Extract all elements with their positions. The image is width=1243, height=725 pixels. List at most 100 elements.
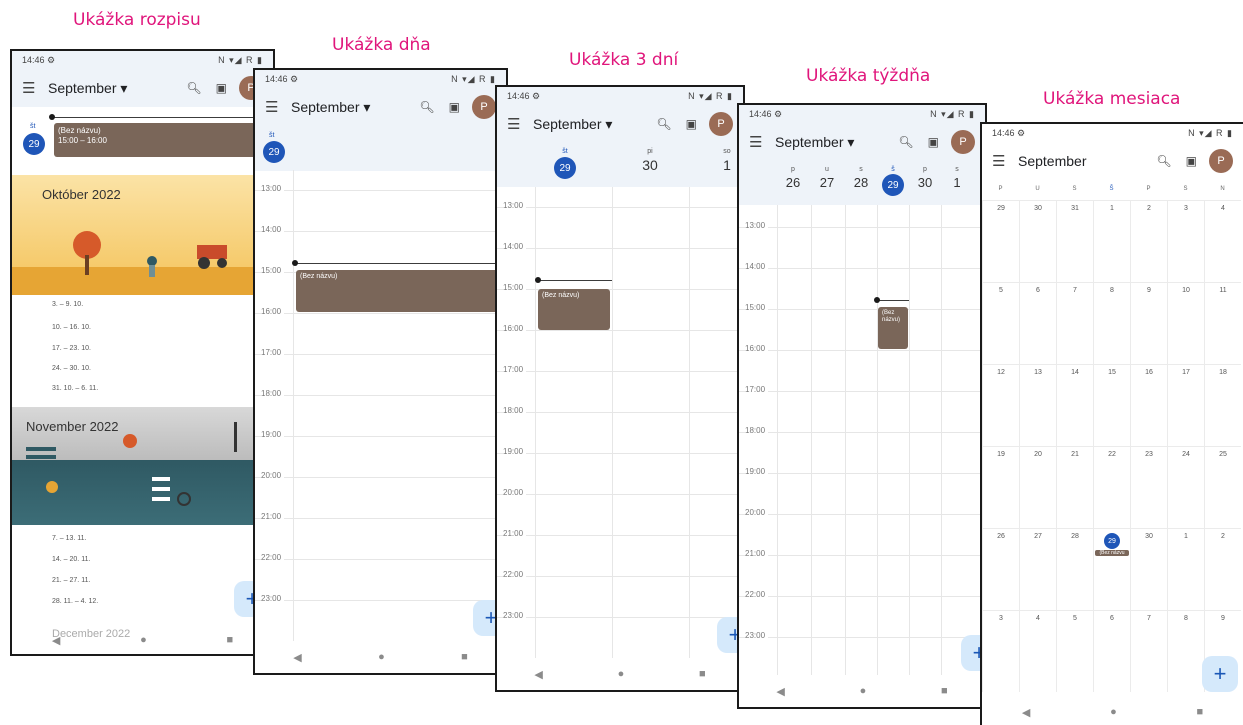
month-day-cell[interactable]: 4 [1019, 610, 1056, 692]
menu-icon[interactable]: ☰ [749, 133, 775, 151]
month-day-cell[interactable]: 5 [982, 282, 1019, 364]
home-icon[interactable]: ● [378, 651, 385, 663]
month-day-cell[interactable]: 1 [1093, 200, 1130, 282]
search-icon[interactable]: 🔍︎ [186, 81, 201, 95]
menu-icon[interactable]: ☰ [992, 152, 1018, 170]
week-range[interactable]: 3. – 9. 10. [52, 301, 83, 308]
day-column-header[interactable]: p 30 [909, 166, 941, 190]
avatar[interactable]: P [951, 130, 975, 154]
today-icon[interactable]: ▣ [449, 100, 460, 114]
avatar[interactable]: P [472, 95, 496, 119]
month-day-cell[interactable]: 17 [1167, 364, 1204, 446]
month-day-cell[interactable]: 6 [1019, 282, 1056, 364]
back-icon[interactable]: ◀ [534, 668, 542, 681]
back-icon[interactable]: ◀ [293, 651, 301, 664]
recents-icon[interactable]: ■ [226, 634, 233, 646]
day-column-header[interactable]: p 26 [777, 166, 809, 190]
month-day-cell[interactable]: 10 [1167, 282, 1204, 364]
week-range[interactable]: 21. – 27. 11. [52, 577, 90, 584]
month-day-cell[interactable]: 31 [1056, 200, 1093, 282]
recents-icon[interactable]: ■ [941, 685, 948, 697]
menu-icon[interactable]: ☰ [22, 79, 48, 97]
back-icon[interactable]: ◀ [52, 634, 60, 647]
month-day-cell[interactable]: 19 [982, 446, 1019, 528]
create-event-button[interactable]: + [1202, 656, 1238, 692]
recents-icon[interactable]: ■ [461, 651, 468, 663]
today-date-badge[interactable]: 29 [263, 141, 285, 163]
today-icon[interactable]: ▣ [928, 135, 939, 149]
week-range[interactable]: 17. – 23. 10. [52, 345, 91, 352]
month-day-cell[interactable]: 15 [1093, 364, 1130, 446]
week-range[interactable]: 7. – 13. 11. [52, 535, 87, 542]
month-day-cell[interactable]: 24 [1167, 446, 1204, 528]
month-day-cell[interactable]: 6 [1093, 610, 1130, 692]
month-day-cell[interactable]: 1 [1167, 528, 1204, 610]
month-selector[interactable]: September ▾ [48, 80, 172, 97]
month-day-cell[interactable]: 27 [1019, 528, 1056, 610]
month-day-cell[interactable]: 26 [982, 528, 1019, 610]
recents-icon[interactable]: ■ [699, 668, 706, 680]
month-day-cell[interactable]: 8 [1093, 282, 1130, 364]
month-day-cell[interactable]: 2 [1130, 200, 1167, 282]
month-day-cell[interactable]: 2 [1204, 528, 1241, 610]
month-day-cell[interactable]: 30 [1019, 200, 1056, 282]
day-column-header[interactable]: pi 30 [615, 148, 685, 173]
month-day-cell[interactable]: 29 [982, 200, 1019, 282]
month-day-cell[interactable]: 3 [1167, 200, 1204, 282]
home-icon[interactable]: ● [618, 668, 625, 680]
event-card[interactable]: (Bez názvu) [538, 289, 610, 330]
month-selector[interactable]: September ▾ [291, 99, 405, 116]
month-day-cell[interactable]: 7 [1130, 610, 1167, 692]
month-day-cell[interactable]: 16 [1130, 364, 1167, 446]
month-event-chip[interactable]: (Bez názvu [1095, 550, 1129, 556]
event-card[interactable]: (Bez názvu) [878, 307, 908, 349]
search-icon[interactable]: 🔍︎ [1156, 154, 1171, 168]
month-day-cell[interactable]: 21 [1056, 446, 1093, 528]
month-day-cell[interactable]: 13 [1019, 364, 1056, 446]
month-day-cell[interactable]: 11 [1204, 282, 1241, 364]
week-range[interactable]: 31. 10. – 6. 11. [52, 385, 98, 392]
search-icon[interactable]: 🔍︎ [419, 100, 434, 114]
month-day-cell[interactable]: 20 [1019, 446, 1056, 528]
week-range[interactable]: 14. – 20. 11. [52, 556, 90, 563]
month-day-cell[interactable]: 8 [1167, 610, 1204, 692]
month-day-cell[interactable]: 30 [1130, 528, 1167, 610]
day-column-header[interactable]: s 1 [941, 166, 973, 190]
avatar[interactable]: P [1209, 149, 1233, 173]
day-column-header[interactable]: š 29 [877, 166, 909, 196]
today-date-badge[interactable]: 29 [23, 133, 45, 155]
home-icon[interactable]: ● [860, 685, 867, 697]
event-card[interactable]: (Bez názvu) [296, 270, 506, 312]
month-day-cell[interactable]: 14 [1056, 364, 1093, 446]
month-selector[interactable]: September [1018, 153, 1142, 169]
back-icon[interactable]: ◀ [1022, 706, 1030, 719]
recents-icon[interactable]: ■ [1196, 706, 1203, 718]
week-range[interactable]: 24. – 30. 10. [52, 365, 91, 372]
month-day-cell[interactable]: 29 (Bez názvu [1093, 528, 1130, 610]
home-icon[interactable]: ● [140, 634, 147, 646]
back-icon[interactable]: ◀ [776, 685, 784, 698]
month-day-cell[interactable]: 3 [982, 610, 1019, 692]
search-icon[interactable]: 🔍︎ [898, 135, 913, 149]
search-icon[interactable]: 🔍︎ [656, 117, 671, 131]
month-day-cell[interactable]: 9 [1130, 282, 1167, 364]
home-icon[interactable]: ● [1110, 706, 1117, 718]
menu-icon[interactable]: ☰ [265, 98, 291, 116]
day-column-header[interactable]: s 28 [845, 166, 877, 190]
today-icon[interactable]: ▣ [1186, 154, 1197, 168]
day-column-header[interactable]: u 27 [811, 166, 843, 190]
month-day-cell[interactable]: 25 [1204, 446, 1241, 528]
month-day-cell[interactable]: 18 [1204, 364, 1241, 446]
month-selector[interactable]: September ▾ [533, 116, 642, 133]
event-card[interactable]: (Bez názvu) 15:00 – 16:00 [54, 123, 273, 157]
menu-icon[interactable]: ☰ [507, 115, 533, 133]
month-day-cell[interactable]: 12 [982, 364, 1019, 446]
today-icon[interactable]: ▣ [216, 81, 227, 95]
month-day-cell[interactable]: 7 [1056, 282, 1093, 364]
week-range[interactable]: 28. 11. – 4. 12. [52, 598, 98, 605]
month-day-cell[interactable]: 23 [1130, 446, 1167, 528]
day-column-header[interactable]: št 29 [535, 148, 595, 179]
month-day-cell[interactable]: 22 [1093, 446, 1130, 528]
month-day-cell[interactable]: 28 [1056, 528, 1093, 610]
today-icon[interactable]: ▣ [686, 117, 697, 131]
